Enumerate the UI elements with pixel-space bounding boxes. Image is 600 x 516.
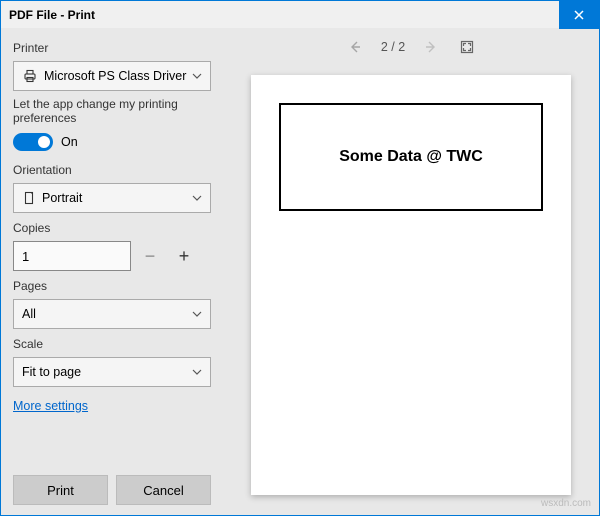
- arrow-right-icon: [424, 40, 438, 54]
- chevron-down-icon: [192, 193, 202, 203]
- arrow-left-icon: [348, 40, 362, 54]
- sidebar: Printer Microsoft PS Class Driver Let th…: [1, 29, 223, 515]
- portrait-icon: [22, 191, 36, 205]
- preview-toolbar: 2 / 2: [223, 29, 599, 65]
- close-button[interactable]: [559, 1, 599, 29]
- scale-label: Scale: [13, 337, 211, 351]
- toggle-note: Let the app change my printing preferenc…: [13, 97, 211, 125]
- printer-label: Printer: [13, 41, 211, 55]
- copies-input[interactable]: [13, 241, 131, 271]
- print-button[interactable]: Print: [13, 475, 108, 505]
- printer-select[interactable]: Microsoft PS Class Driver: [13, 61, 211, 91]
- chevron-down-icon: [192, 367, 202, 377]
- preview-pane: 2 / 2 Some Data @ TWC: [223, 29, 599, 515]
- toggle-row: On: [13, 133, 211, 151]
- fit-page-button[interactable]: [457, 37, 477, 57]
- orientation-label: Orientation: [13, 163, 211, 177]
- page-preview: Some Data @ TWC: [251, 75, 571, 495]
- chevron-down-icon: [192, 71, 202, 81]
- orientation-value: Portrait: [42, 191, 192, 205]
- document-content-box: Some Data @ TWC: [279, 103, 543, 211]
- chevron-down-icon: [192, 309, 202, 319]
- pages-select[interactable]: All: [13, 299, 211, 329]
- document-text: Some Data @ TWC: [339, 148, 483, 166]
- copies-row: − +: [13, 241, 211, 271]
- page-indicator: 2 / 2: [381, 40, 405, 54]
- more-settings-link[interactable]: More settings: [13, 399, 211, 413]
- titlebar: PDF File - Print: [1, 1, 599, 29]
- print-dialog: PDF File - Print Printer Microsoft PS Cl…: [0, 0, 600, 516]
- content-area: Printer Microsoft PS Class Driver Let th…: [1, 29, 599, 515]
- copies-label: Copies: [13, 221, 211, 235]
- scale-select[interactable]: Fit to page: [13, 357, 211, 387]
- copies-increment[interactable]: +: [169, 241, 199, 271]
- close-icon: [574, 10, 584, 20]
- cancel-button[interactable]: Cancel: [116, 475, 211, 505]
- printer-icon: [22, 68, 38, 84]
- copies-decrement[interactable]: −: [135, 241, 165, 271]
- next-page-button[interactable]: [421, 37, 441, 57]
- footer-buttons: Print Cancel: [13, 475, 211, 515]
- watermark: wsxdn.com: [541, 498, 591, 509]
- printer-value: Microsoft PS Class Driver: [44, 69, 192, 83]
- pages-value: All: [22, 307, 192, 321]
- fullscreen-icon: [460, 40, 474, 54]
- pages-label: Pages: [13, 279, 211, 293]
- toggle-knob: [38, 136, 50, 148]
- orientation-select[interactable]: Portrait: [13, 183, 211, 213]
- prev-page-button[interactable]: [345, 37, 365, 57]
- preferences-toggle[interactable]: [13, 133, 53, 151]
- preview-area: Some Data @ TWC: [223, 65, 599, 515]
- window-title: PDF File - Print: [9, 8, 599, 22]
- toggle-state-label: On: [61, 135, 78, 149]
- scale-value: Fit to page: [22, 365, 192, 379]
